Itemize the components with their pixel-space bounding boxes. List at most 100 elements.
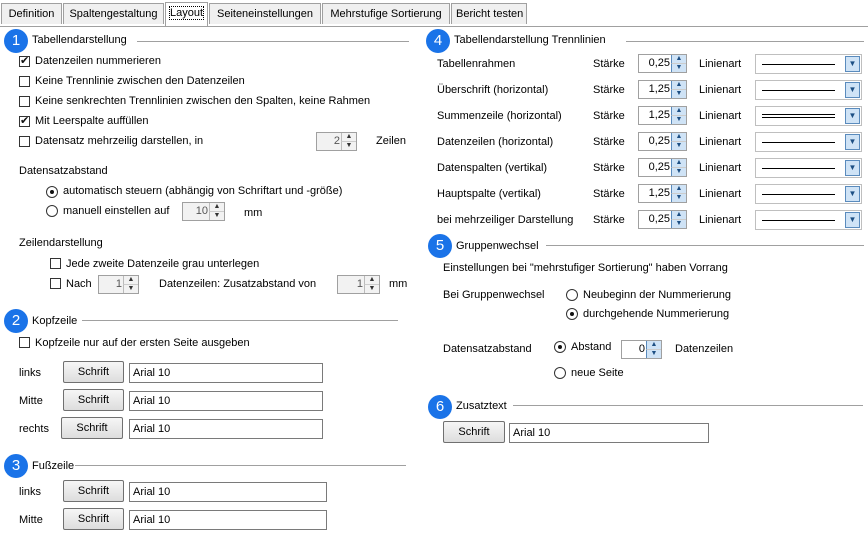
stepper-up-icon[interactable]: ▲ xyxy=(671,107,686,116)
stepper-up-icon[interactable]: ▲ xyxy=(341,133,356,142)
linienart-select[interactable]: ▼ xyxy=(755,210,862,230)
heading-zeilendarstellung: Zeilendarstellung xyxy=(19,237,103,249)
zusatztext-schrift-button[interactable]: Schrift xyxy=(443,421,505,443)
stepper-down-icon[interactable]: ▼ xyxy=(671,142,686,150)
chevron-down-icon[interactable]: ▼ xyxy=(845,134,860,150)
linienart-select[interactable]: ▼ xyxy=(755,106,862,126)
tab-spaltengestaltung[interactable]: Spaltengestaltung xyxy=(63,3,164,24)
tab-definition[interactable]: Definition xyxy=(1,3,62,24)
chevron-down-icon[interactable]: ▼ xyxy=(845,212,860,228)
stepper-up-icon[interactable]: ▲ xyxy=(364,276,379,285)
stepper-up-icon[interactable]: ▲ xyxy=(646,341,661,350)
fusszeile-mitte-schrift-button[interactable]: Schrift xyxy=(63,508,124,530)
zusatzabstand-stepper[interactable]: 1 ▲ ▼ xyxy=(337,275,380,294)
tab-bericht-testen[interactable]: Bericht testen xyxy=(451,3,527,24)
tab-layout[interactable]: Layout xyxy=(165,2,208,26)
linienart-label: Linienart xyxy=(699,110,742,122)
nach-datenzeilen-stepper[interactable]: 1 ▲ ▼ xyxy=(98,275,139,294)
kopfzeile-mitte-schrift-button[interactable]: Schrift xyxy=(63,389,124,411)
section-1-title: Tabellendarstellung xyxy=(32,34,127,46)
section-1-badge: 1 xyxy=(4,29,28,53)
section-2-divider xyxy=(82,320,398,321)
linienart-select[interactable]: ▼ xyxy=(755,158,862,178)
tab-bar: Definition Spaltengestaltung Layout Seit… xyxy=(0,0,868,27)
stepper-up-icon[interactable]: ▲ xyxy=(671,55,686,64)
radio-durchgehende-nummerierung[interactable] xyxy=(566,308,578,320)
stepper-down-icon[interactable]: ▼ xyxy=(671,168,686,176)
stepper-down-icon[interactable]: ▼ xyxy=(341,142,356,150)
stepper-up-icon[interactable]: ▲ xyxy=(671,81,686,90)
section-6-divider xyxy=(513,405,863,406)
mehrzeilig-zeilen-stepper[interactable]: 2 ▲ ▼ xyxy=(316,132,357,151)
linienart-select[interactable]: ▼ xyxy=(755,132,862,152)
stepper-up-icon[interactable]: ▲ xyxy=(123,276,138,285)
chevron-down-icon[interactable]: ▼ xyxy=(845,108,860,124)
stepper-down-icon[interactable]: ▼ xyxy=(671,220,686,228)
checkbox-nach[interactable] xyxy=(50,278,61,289)
stepper-up-icon[interactable]: ▲ xyxy=(671,133,686,142)
stepper-up-icon[interactable]: ▲ xyxy=(671,159,686,168)
tab-mehrstufige-sortierung[interactable]: Mehrstufige Sortierung xyxy=(322,3,450,24)
stepper-up-icon[interactable]: ▲ xyxy=(671,211,686,220)
checkbox-mehrzeilig[interactable] xyxy=(19,136,30,147)
checkbox-leerspalte[interactable] xyxy=(19,114,30,127)
kopfzeile-mitte-label: Mitte xyxy=(19,395,43,407)
kopfzeile-links-font-field[interactable]: Arial 10 xyxy=(129,363,323,383)
section-5-divider xyxy=(546,245,864,246)
radio-neubeginn-nummerierung[interactable] xyxy=(566,289,578,301)
kopfzeile-links-schrift-button[interactable]: Schrift xyxy=(63,361,124,383)
staerke-stepper[interactable]: 0,25 ▲ ▼ xyxy=(638,54,687,73)
abstand-mm-stepper[interactable]: 10 ▲ ▼ xyxy=(182,202,225,221)
tab-seiteneinstellungen[interactable]: Seiteneinstellungen xyxy=(209,3,321,24)
chevron-down-icon[interactable]: ▼ xyxy=(845,56,860,72)
fusszeile-links-font-field[interactable]: Arial 10 xyxy=(129,482,327,502)
trennlinie-row-label: bei mehrzeiliger Darstellung xyxy=(437,214,574,226)
stepper-down-icon[interactable]: ▼ xyxy=(671,194,686,202)
fusszeile-mitte-font-field[interactable]: Arial 10 xyxy=(129,510,327,530)
chevron-down-icon[interactable]: ▼ xyxy=(845,82,860,98)
chevron-down-icon[interactable]: ▼ xyxy=(845,186,860,202)
gruppen-abstand-stepper[interactable]: 0 ▲ ▼ xyxy=(621,340,662,359)
stepper-down-icon[interactable]: ▼ xyxy=(671,116,686,124)
zusatztext-font-field[interactable]: Arial 10 xyxy=(509,423,709,443)
staerke-stepper[interactable]: 0,25 ▲ ▼ xyxy=(638,210,687,229)
section-6-title: Zusatztext xyxy=(456,400,507,412)
label-datenzeilen-nummerieren: Datenzeilen nummerieren xyxy=(35,55,161,67)
staerke-stepper[interactable]: 1,25 ▲ ▼ xyxy=(638,184,687,203)
radio-neue-seite[interactable] xyxy=(554,367,566,379)
stepper-down-icon[interactable]: ▼ xyxy=(364,285,379,293)
checkbox-zeile-grau[interactable] xyxy=(50,258,61,269)
staerke-label: Stärke xyxy=(593,162,625,174)
trennlinie-row-label: Überschrift (horizontal) xyxy=(437,84,549,96)
stepper-down-icon[interactable]: ▼ xyxy=(123,285,138,293)
linienart-label: Linienart xyxy=(699,84,742,96)
kopfzeile-rechts-label: rechts xyxy=(19,423,49,435)
checkbox-datenzeilen-nummerieren[interactable] xyxy=(19,54,30,67)
checkbox-kopfzeile-erste-seite[interactable] xyxy=(19,337,30,348)
kopfzeile-rechts-schrift-button[interactable]: Schrift xyxy=(61,417,123,439)
stepper-down-icon[interactable]: ▼ xyxy=(671,64,686,72)
checkbox-keine-trennlinie[interactable] xyxy=(19,76,30,87)
stepper-down-icon[interactable]: ▼ xyxy=(646,350,661,358)
linienart-select[interactable]: ▼ xyxy=(755,54,862,74)
staerke-stepper[interactable]: 0,25 ▲ ▼ xyxy=(638,158,687,177)
stepper-down-icon[interactable]: ▼ xyxy=(209,212,224,220)
gruppenwechsel-note: Einstellungen bei "mehrstufiger Sortieru… xyxy=(443,262,728,274)
radio-abstand-manuell[interactable] xyxy=(46,205,58,217)
linienart-select[interactable]: ▼ xyxy=(755,80,862,100)
staerke-stepper[interactable]: 0,25 ▲ ▼ xyxy=(638,132,687,151)
radio-abstand[interactable] xyxy=(554,341,566,353)
staerke-stepper[interactable]: 1,25 ▲ ▼ xyxy=(638,80,687,99)
stepper-down-icon[interactable]: ▼ xyxy=(671,90,686,98)
radio-abstand-automatisch[interactable] xyxy=(46,186,58,198)
linienart-select[interactable]: ▼ xyxy=(755,184,862,204)
fusszeile-links-schrift-button[interactable]: Schrift xyxy=(63,480,124,502)
stepper-up-icon[interactable]: ▲ xyxy=(671,185,686,194)
staerke-stepper[interactable]: 1,25 ▲ ▼ xyxy=(638,106,687,125)
chevron-down-icon[interactable]: ▼ xyxy=(845,160,860,176)
linienart-label: Linienart xyxy=(699,188,742,200)
stepper-up-icon[interactable]: ▲ xyxy=(209,203,224,212)
kopfzeile-mitte-font-field[interactable]: Arial 10 xyxy=(129,391,323,411)
kopfzeile-rechts-font-field[interactable]: Arial 10 xyxy=(129,419,323,439)
checkbox-keine-senkrechten[interactable] xyxy=(19,96,30,107)
